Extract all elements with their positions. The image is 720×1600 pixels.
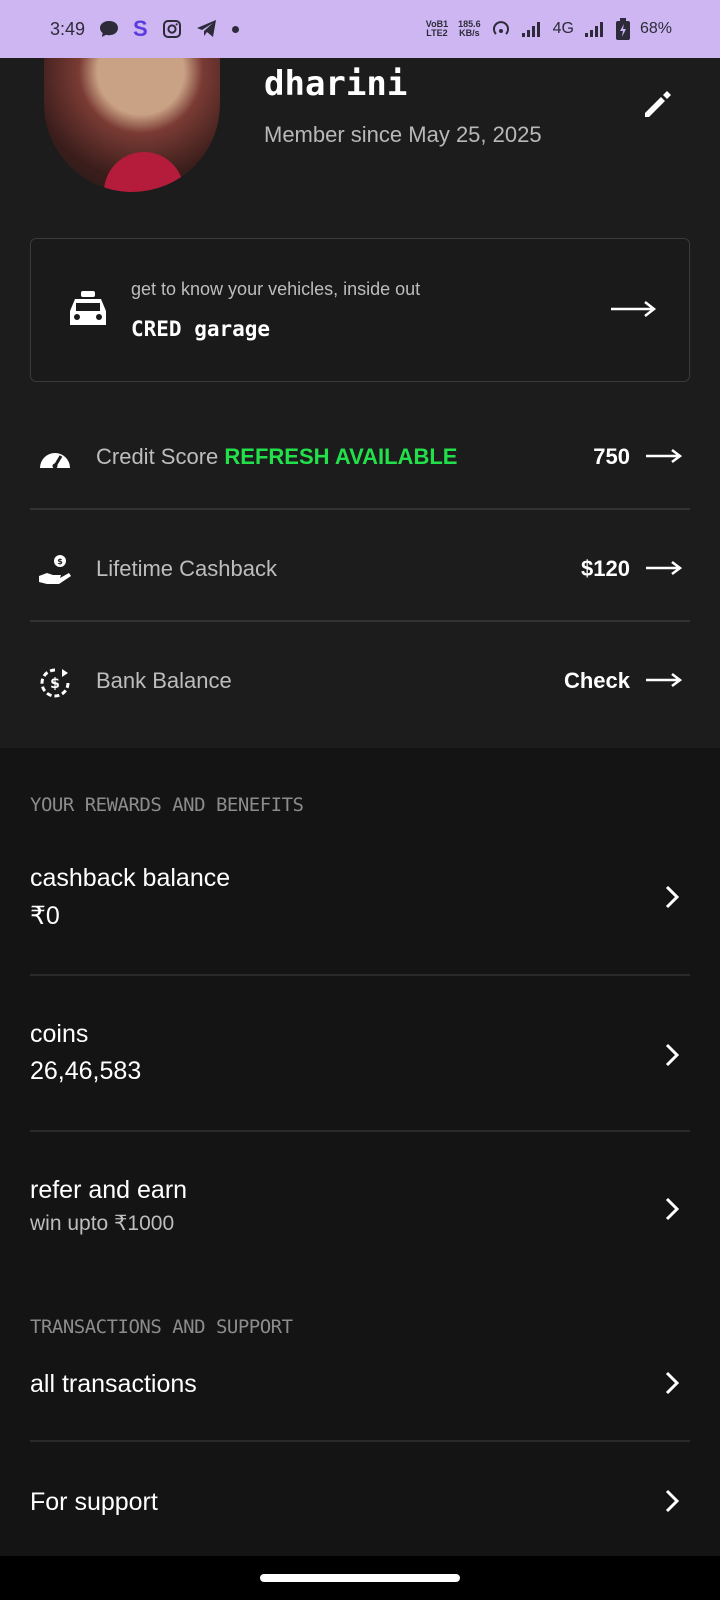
credit-score-label: Credit Score REFRESH AVAILABLE bbox=[96, 444, 457, 470]
refer-and-earn-subtitle: win upto ₹1000 bbox=[30, 1212, 175, 1235]
bank-balance-row[interactable]: $ Bank Balance Check bbox=[30, 630, 690, 740]
bank-balance-label: Bank Balance bbox=[96, 668, 232, 693]
cred-garage-card[interactable]: get to know your vehicles, inside out CR… bbox=[30, 238, 690, 382]
arrow-right-icon bbox=[646, 561, 682, 575]
cashback-balance-value: ₹0 bbox=[30, 902, 60, 930]
member-since: Member since May 25, 2025 bbox=[264, 122, 542, 147]
s-app-icon: S bbox=[133, 16, 148, 41]
svg-text:$: $ bbox=[57, 557, 63, 566]
arrow-right-icon bbox=[611, 301, 657, 317]
chat-icon bbox=[100, 21, 119, 37]
for-support-item[interactable]: For support bbox=[30, 1488, 690, 1517]
instagram-icon bbox=[162, 20, 181, 38]
cashback-balance-item[interactable]: cashback balance ₹0 bbox=[30, 864, 690, 931]
chevron-right-icon bbox=[665, 885, 680, 909]
divider bbox=[30, 1130, 690, 1132]
volte-indicator: VoB1 LTE2 bbox=[425, 19, 449, 38]
network-type: 4G bbox=[552, 20, 574, 37]
divider bbox=[30, 1440, 690, 1442]
refer-and-earn-title: refer and earn bbox=[30, 1176, 188, 1204]
data-speed: 185.6 KB/s bbox=[458, 19, 481, 38]
divider bbox=[30, 620, 690, 622]
battery-level: 68% bbox=[639, 20, 672, 37]
system-nav-bar bbox=[0, 1556, 720, 1600]
battery-charging-icon bbox=[615, 18, 630, 40]
rewards-heading: YOUR REWARDS AND BENEFITS bbox=[30, 794, 304, 816]
for-support-label: For support bbox=[30, 1488, 158, 1516]
bank-balance-value: Check bbox=[563, 668, 630, 693]
edit-pencil-icon[interactable] bbox=[640, 86, 676, 122]
avatar[interactable] bbox=[44, 58, 220, 192]
bank-balance-icon: $ bbox=[40, 668, 70, 698]
speedometer-icon bbox=[40, 453, 70, 469]
coins-title: coins bbox=[30, 1020, 89, 1048]
profile-name: dharini bbox=[264, 64, 408, 104]
garage-title: CRED garage bbox=[131, 317, 271, 341]
signal-icon bbox=[521, 22, 540, 37]
chevron-right-icon bbox=[665, 1043, 680, 1067]
coins-item[interactable]: coins 26,46,583 bbox=[30, 1020, 690, 1086]
status-bar: 3:49 S VoB1 LTE2 185.6 KB/s 4G 68% bbox=[0, 0, 720, 58]
avatar-shirt bbox=[104, 152, 184, 192]
lifetime-cashback-label: Lifetime Cashback bbox=[96, 556, 277, 581]
lifetime-cashback-row[interactable]: $ Lifetime Cashback $120 bbox=[30, 518, 690, 628]
chevron-right-icon bbox=[665, 1197, 680, 1221]
credit-score-row[interactable]: Credit Score REFRESH AVAILABLE 750 bbox=[30, 406, 690, 516]
signal-2-icon bbox=[584, 22, 603, 37]
cashback-hand-icon: $ bbox=[39, 555, 71, 584]
telegram-icon bbox=[196, 20, 216, 37]
cashback-balance-title: cashback balance bbox=[30, 864, 231, 892]
clock: 3:49 bbox=[50, 18, 86, 39]
credit-score-text: Credit Score bbox=[96, 444, 219, 469]
chevron-right-icon bbox=[665, 1371, 680, 1395]
support-heading: TRANSACTIONS AND SUPPORT bbox=[30, 1316, 293, 1338]
garage-subtitle: get to know your vehicles, inside out bbox=[131, 279, 421, 299]
hotspot-icon bbox=[492, 21, 509, 35]
notification-dot-icon bbox=[231, 25, 239, 33]
refer-and-earn-item[interactable]: refer and earn win upto ₹1000 bbox=[30, 1176, 690, 1236]
coins-value: 26,46,583 bbox=[30, 1057, 142, 1085]
lifetime-cashback-value: $120 bbox=[581, 556, 630, 581]
car-icon bbox=[70, 291, 106, 325]
all-transactions-label: all transactions bbox=[30, 1370, 197, 1398]
profile-section: dharini Member since May 25, 2025 get to… bbox=[0, 58, 720, 748]
divider bbox=[30, 508, 690, 510]
svg-text:$: $ bbox=[50, 676, 60, 692]
all-transactions-item[interactable]: all transactions bbox=[30, 1370, 690, 1399]
refresh-available-tag[interactable]: REFRESH AVAILABLE bbox=[224, 444, 457, 469]
arrow-right-icon bbox=[646, 673, 682, 687]
chevron-right-icon bbox=[665, 1489, 680, 1513]
credit-score-value: 750 bbox=[593, 444, 630, 469]
divider bbox=[30, 974, 690, 976]
home-gesture-handle[interactable] bbox=[260, 1574, 460, 1582]
arrow-right-icon bbox=[646, 449, 682, 463]
